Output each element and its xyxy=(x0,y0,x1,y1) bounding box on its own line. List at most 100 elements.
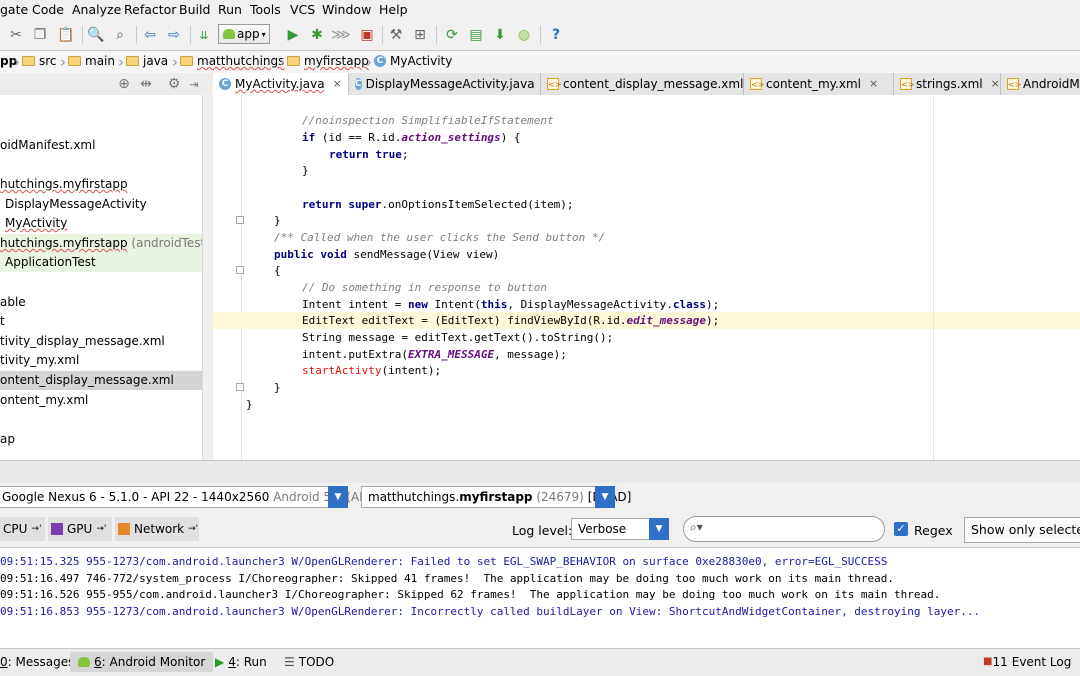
close-icon[interactable]: × xyxy=(869,73,878,95)
menu-analyze[interactable]: Analyze xyxy=(72,2,121,17)
tool-tab-run[interactable]: ▶ 4: Run xyxy=(215,652,267,672)
replace-icon[interactable]: ⌕ xyxy=(110,25,130,45)
menu-vcs[interactable]: VCS xyxy=(290,2,315,17)
gear-icon[interactable]: ⚙ xyxy=(164,74,184,94)
sync-scroll-icon[interactable]: ⊕ xyxy=(114,74,134,94)
tree-item-mipmap[interactable]: ap xyxy=(0,430,202,449)
tool-tab-todo[interactable]: ☰ TODO xyxy=(284,652,334,672)
logcat-search[interactable]: ⌕▾ xyxy=(683,516,885,542)
tree-item-layout[interactable]: t xyxy=(0,312,202,331)
tab-network[interactable]: Network →' xyxy=(115,517,199,541)
tree-item-content-my[interactable]: ontent_my.xml xyxy=(0,391,202,410)
hide-panel-icon[interactable]: ⇥ xyxy=(184,74,204,94)
code-line: } xyxy=(246,396,253,413)
breadcrumb-class[interactable]: C MyActivity xyxy=(374,54,452,68)
code-text: (id == R.id. xyxy=(315,131,402,144)
tab-content-display-message[interactable]: <>content_display_message.xml× xyxy=(541,73,761,95)
tab-gpu[interactable]: GPU →' xyxy=(48,517,112,541)
tab-content-my[interactable]: <> content_my.xml × xyxy=(744,73,894,95)
search-input[interactable] xyxy=(712,520,876,538)
fold-marker-icon[interactable] xyxy=(236,216,244,224)
tree-item-test-package[interactable]: hutchings.myfirstapp (androidTest) xyxy=(0,234,210,253)
fold-marker-icon[interactable] xyxy=(236,266,244,274)
android-icon xyxy=(78,657,90,667)
tree-item-manifest[interactable]: oidManifest.xml xyxy=(0,136,202,155)
log-level-select[interactable]: Verbose ▼ xyxy=(571,518,669,540)
code-line: //noinspection SimplifiableIfStatement xyxy=(302,112,554,129)
menu-tools[interactable]: Tools xyxy=(250,2,281,17)
menu-refactor[interactable]: Refactor xyxy=(124,2,176,17)
tree-item-applicationtest[interactable]: ApplicationTest xyxy=(0,253,202,272)
avd-manager-icon[interactable]: ▤ xyxy=(466,25,486,45)
project-structure-icon[interactable]: ⚒ xyxy=(386,25,406,45)
code-line: return true; xyxy=(329,146,409,163)
tool-tab-messages[interactable]: 0: Messages xyxy=(0,652,74,672)
tab-displaymessageactivity[interactable]: CDisplayMessageActivity.java× xyxy=(349,73,552,95)
menu-run[interactable]: Run xyxy=(218,2,242,17)
menu-window[interactable]: Window xyxy=(322,2,371,17)
tree-item-package[interactable]: hutchings.myfirstapp xyxy=(0,175,202,194)
android-icon xyxy=(223,29,235,39)
tree-item-content-display-message[interactable]: ontent_display_message.xml xyxy=(0,371,202,390)
sync-gradle-icon[interactable]: ⟳ xyxy=(442,25,462,45)
regex-checkbox[interactable]: ✓ xyxy=(894,522,908,536)
code-text: ); xyxy=(706,298,720,311)
tree-item-label: t xyxy=(0,314,5,328)
tree-item-displaymessageactivity[interactable]: DisplayMessageActivity xyxy=(5,195,202,214)
breadcrumb-main[interactable]: main xyxy=(68,54,115,68)
collapse-all-icon[interactable]: ⇹ xyxy=(136,74,156,94)
cut-icon[interactable]: ✂ xyxy=(6,25,26,45)
tree-item-label: ap xyxy=(0,432,15,446)
panel-splitter[interactable] xyxy=(0,460,1080,484)
sdk-manager-icon[interactable]: ⊞ xyxy=(410,25,430,45)
help-icon[interactable]: ? xyxy=(546,25,566,45)
back-icon[interactable]: ⇦ xyxy=(140,25,160,45)
tab-myactivity[interactable]: C MyActivity.java × xyxy=(213,73,349,95)
code-text: , message); xyxy=(494,348,567,361)
close-icon[interactable]: × xyxy=(333,73,342,95)
paste-icon[interactable]: 📋 xyxy=(56,25,76,45)
forward-icon[interactable]: ⇨ xyxy=(164,25,184,45)
menu-help[interactable]: Help xyxy=(379,2,408,17)
menu-navigate[interactable]: gate xyxy=(0,2,28,17)
debug-icon[interactable]: ✱ xyxy=(307,25,327,45)
breadcrumb-package-2[interactable]: myfirstapp xyxy=(287,54,369,68)
project-panel-header: ⊕ ⇹ ⚙ ⇥ xyxy=(0,73,212,96)
code-keyword: return xyxy=(329,148,369,161)
copy-icon[interactable]: ❐ xyxy=(30,25,50,45)
project-tree-scrollbar[interactable] xyxy=(202,95,213,460)
tab-cpu[interactable]: CPU →' xyxy=(0,517,45,541)
code-keyword: class xyxy=(672,298,707,311)
breadcrumb-java[interactable]: java xyxy=(126,54,168,68)
folder-icon xyxy=(126,56,139,66)
stop-icon[interactable]: ▣ xyxy=(357,25,377,45)
coverage-icon[interactable]: ⋙ xyxy=(331,25,351,45)
run-config-select[interactable]: app ▾ xyxy=(218,24,270,44)
process-prefix: matthutchings. xyxy=(368,490,460,504)
tree-item-drawable[interactable]: able xyxy=(0,293,202,312)
find-icon[interactable]: 🔍 xyxy=(86,25,106,45)
menu-build[interactable]: Build xyxy=(179,2,210,17)
tab-strings[interactable]: <> strings.xml × xyxy=(894,73,1001,95)
filter-select[interactable]: Show only selected a xyxy=(964,517,1080,543)
code-keyword: public xyxy=(274,248,314,261)
tool-tab-event-log[interactable]: ■ 11 Event Log xyxy=(983,652,1071,672)
fold-marker-icon[interactable] xyxy=(236,383,244,391)
breadcrumb-src[interactable]: src xyxy=(22,54,57,68)
breadcrumb-package-1[interactable]: matthutchings xyxy=(180,54,284,68)
sdk-download-icon[interactable]: ⬇ xyxy=(490,25,510,45)
tab-label: content_display_message.xml xyxy=(563,77,744,91)
android-device-monitor-icon[interactable]: ◍ xyxy=(514,25,534,45)
process-select[interactable]: matthutchings.myfirstapp (24679) [DEAD] … xyxy=(361,486,631,508)
tree-item-activity-my[interactable]: tivity_my.xml xyxy=(0,351,202,370)
tree-item-activity-display-message[interactable]: tivity_display_message.xml xyxy=(0,332,202,351)
close-icon[interactable]: × xyxy=(991,73,1000,95)
logcat-output[interactable]: 09:51:15.325 955-1273/com.android.launch… xyxy=(0,548,1080,648)
device-select[interactable]: Google Nexus 6 - 5.1.0 - API 22 - 1440x2… xyxy=(0,486,394,508)
make-project-icon[interactable]: ⇊ xyxy=(194,25,214,45)
menu-code[interactable]: Code xyxy=(32,2,64,17)
tab-androidmanifest[interactable]: <>AndroidMan xyxy=(1001,73,1080,95)
run-icon[interactable]: ▶ xyxy=(283,25,303,45)
tree-item-myactivity[interactable]: MyActivity xyxy=(5,214,202,233)
tool-tab-android-monitor[interactable]: 6: Android Monitor xyxy=(70,652,214,672)
